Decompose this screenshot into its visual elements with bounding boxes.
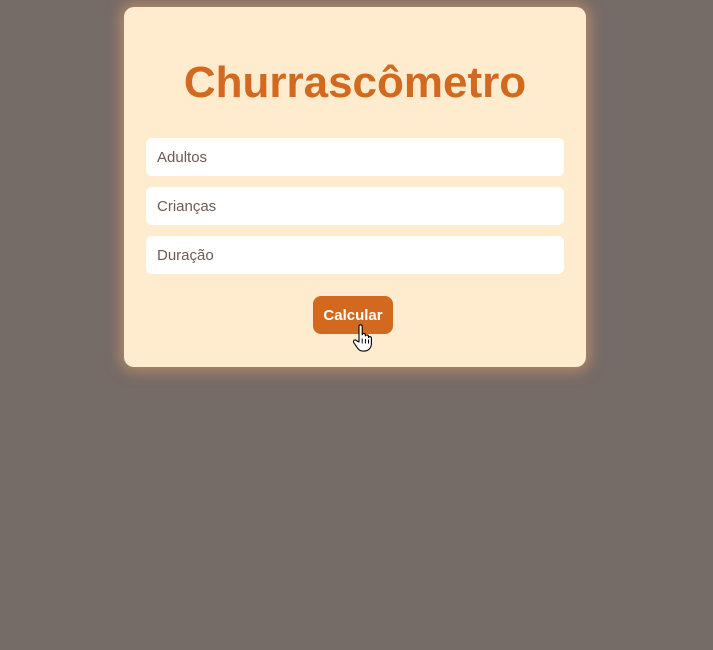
adults-input[interactable]	[146, 138, 564, 176]
children-input[interactable]	[146, 187, 564, 225]
hand-pointer-icon	[352, 324, 372, 352]
calculator-card: Churrascômetro Calcular	[124, 7, 586, 367]
duration-input[interactable]	[146, 236, 564, 274]
page-title: Churrascômetro	[183, 58, 527, 107]
